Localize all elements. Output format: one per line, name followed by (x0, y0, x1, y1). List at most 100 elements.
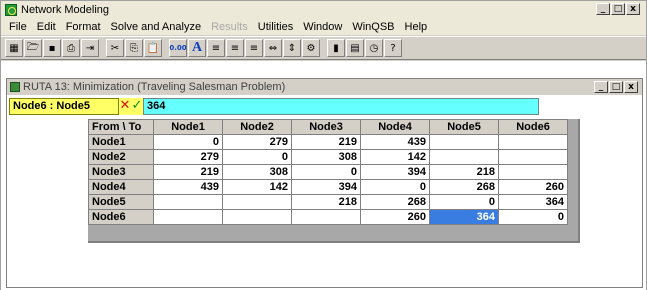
column-width-icon: ⇔ (268, 42, 278, 54)
column-header[interactable]: Node2 (222, 119, 292, 135)
grid-cell[interactable]: 0 (498, 209, 568, 225)
grid-cell[interactable] (498, 164, 568, 180)
grid-cell[interactable]: 260 (360, 209, 430, 225)
grid-cell[interactable]: 439 (360, 134, 430, 150)
column-header[interactable]: Node3 (291, 119, 361, 135)
font-button[interactable]: A (188, 39, 206, 57)
minimize-button[interactable]: _ (596, 3, 610, 15)
column-width-button[interactable]: ⇔ (264, 39, 282, 57)
grid-cell[interactable]: 218 (291, 194, 361, 210)
grid-cell[interactable] (222, 209, 292, 225)
grid-cell[interactable]: 0 (360, 179, 430, 195)
copy-button[interactable]: ⎘ (125, 39, 143, 57)
app-title: Network Modeling (21, 3, 110, 16)
selected-grid-cell[interactable]: 364 (429, 209, 499, 225)
grid-cell[interactable] (222, 194, 292, 210)
close-button[interactable]: x (626, 3, 640, 15)
grid-cell[interactable] (291, 209, 361, 225)
grid-cell[interactable] (153, 209, 223, 225)
row-header[interactable]: Node5 (88, 194, 154, 210)
column-header[interactable]: Node6 (498, 119, 568, 135)
row-height-button[interactable]: ⇕ (283, 39, 301, 57)
grid-cell[interactable]: 0 (429, 194, 499, 210)
grid-cell[interactable]: 219 (153, 164, 223, 180)
row-header[interactable]: Node6 (88, 209, 154, 225)
document-minimize-button[interactable]: _ (594, 81, 608, 93)
grid-cell[interactable]: 260 (498, 179, 568, 195)
table-row: Node1 0 279 219 439 (88, 134, 568, 150)
row-header[interactable]: Node2 (88, 149, 154, 165)
menu-utilities[interactable]: Utilities (253, 21, 298, 33)
document-restore-button[interactable]: □ (609, 81, 623, 93)
column-header[interactable]: Node1 (153, 119, 223, 135)
cancel-entry-icon[interactable]: ✕ (119, 98, 131, 115)
grid-cell[interactable]: 279 (153, 149, 223, 165)
row-header[interactable]: Node1 (88, 134, 154, 150)
row-header[interactable]: Node4 (88, 179, 154, 195)
menu-winqsb[interactable]: WinQSB (347, 21, 399, 33)
table-row: Node6 260 364 0 (88, 209, 568, 225)
align-left-button[interactable]: ≡ (207, 39, 225, 57)
save-button[interactable]: ▪ (43, 39, 61, 57)
app-logo-icon (5, 3, 17, 16)
solve-button[interactable]: ⇥ (81, 39, 99, 57)
help-button[interactable]: ? (384, 39, 402, 57)
grid-cell[interactable]: 219 (291, 134, 361, 150)
document-window-controls: _ □ x (594, 81, 638, 93)
grid-cell[interactable]: 394 (291, 179, 361, 195)
grid-button[interactable]: ▦ (5, 39, 23, 57)
grid-cell[interactable]: 268 (429, 179, 499, 195)
cut-button[interactable]: ✂ (106, 39, 124, 57)
table-row: Node3 219 308 0 394 218 (88, 164, 568, 180)
grid-cell[interactable]: 142 (360, 149, 430, 165)
column-header[interactable]: Node4 (360, 119, 430, 135)
network-graph-button[interactable]: ⚙ (302, 39, 320, 57)
grid-cell[interactable] (153, 194, 223, 210)
grid-cell[interactable]: 308 (291, 149, 361, 165)
grid-cell[interactable] (498, 134, 568, 150)
cell-entry-input[interactable]: 364 (143, 98, 539, 115)
menu-solve-and-analyze[interactable]: Solve and Analyze (106, 21, 207, 33)
grid-cell[interactable]: 439 (153, 179, 223, 195)
grid-cell[interactable]: 218 (429, 164, 499, 180)
menu-file[interactable]: File (4, 21, 32, 33)
grid-cell[interactable]: 142 (222, 179, 292, 195)
grid-cell[interactable]: 0 (153, 134, 223, 150)
grid-cell[interactable]: 268 (360, 194, 430, 210)
toolbar: ▦ 🗁 ▪ ⎙ ⇥ ✂ ⎘ 📋 0.00 A ≡ ≡ ≡ ⇔ ⇕ ⚙ ▮ ▤ ◷? (1, 36, 646, 60)
grid-cell[interactable] (498, 149, 568, 165)
paste-button[interactable]: 📋 (144, 39, 162, 57)
calculator-button[interactable]: ▤ (346, 39, 364, 57)
align-left-icon: ≡ (211, 42, 221, 54)
chart-button[interactable]: ▮ (327, 39, 345, 57)
grid-cell[interactable] (429, 134, 499, 150)
grid-cell[interactable]: 279 (222, 134, 292, 150)
grid-cell[interactable]: 0 (222, 149, 292, 165)
column-header[interactable]: Node5 (429, 119, 499, 135)
save-icon: ▪ (48, 42, 56, 54)
row-header[interactable]: Node3 (88, 164, 154, 180)
clock-button[interactable]: ◷ (365, 39, 383, 57)
number-format-button[interactable]: 0.00 (169, 39, 187, 57)
align-right-button[interactable]: ≡ (245, 39, 263, 57)
align-center-icon: ≡ (230, 42, 240, 54)
menu-results: Results (211, 20, 248, 33)
table-row: Node2 279 0 308 142 (88, 149, 568, 165)
restore-button[interactable]: □ (611, 3, 625, 15)
accept-entry-icon[interactable]: ✓ (131, 98, 143, 115)
grid-cell[interactable] (429, 149, 499, 165)
grid-cell[interactable]: 394 (360, 164, 430, 180)
menu-format[interactable]: Format (61, 21, 106, 33)
menu-edit[interactable]: Edit (32, 21, 61, 33)
distance-grid: From \ To Node1 Node2 Node3 Node4 Node5 Node6 … (88, 119, 568, 225)
menu-window[interactable]: Window (298, 21, 347, 33)
print-button[interactable]: ⎙ (62, 39, 80, 57)
grid-cell[interactable]: 308 (222, 164, 292, 180)
document-close-button[interactable]: x (624, 81, 638, 93)
menu-help[interactable]: Help (400, 21, 433, 33)
grid-cell[interactable]: 364 (498, 194, 568, 210)
align-center-button[interactable]: ≡ (226, 39, 244, 57)
open-button[interactable]: 🗁 (24, 39, 42, 57)
document-title-bar[interactable]: RUTA 13: Minimization (Traveling Salesma… (7, 79, 642, 95)
grid-cell[interactable]: 0 (291, 164, 361, 180)
